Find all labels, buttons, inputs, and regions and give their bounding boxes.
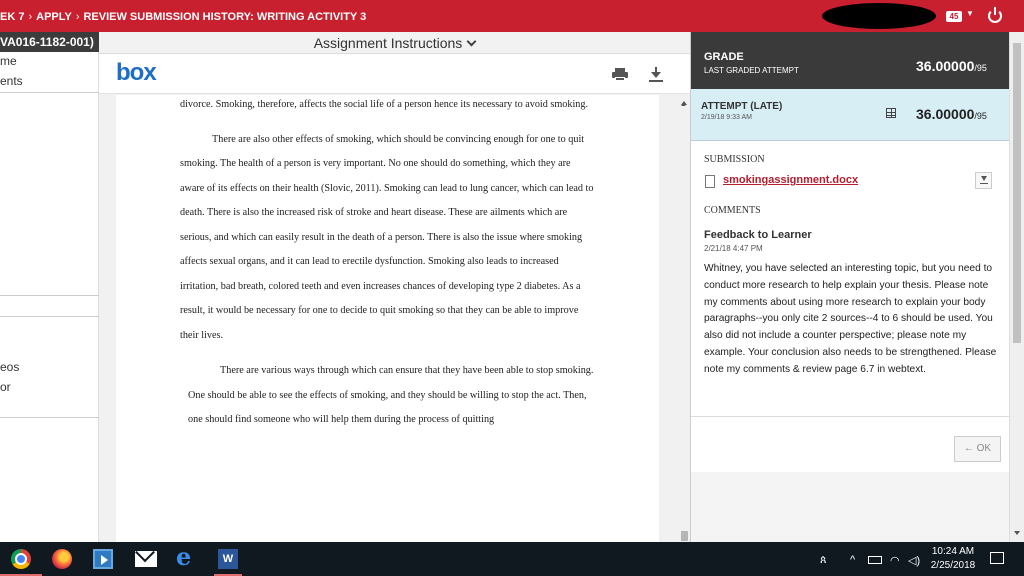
- document-page: divorce. Smoking, therefore, affects the…: [116, 95, 659, 542]
- viewer-scrollbar[interactable]: [679, 95, 690, 542]
- divider: [0, 417, 99, 418]
- sidebar-item-tutor[interactable]: or: [0, 380, 11, 394]
- grade-panel: GRADE LAST GRADED ATTEMPT 36.00000/95 AT…: [690, 32, 1010, 542]
- document-text: divorce. Smoking, therefore, affects the…: [180, 95, 594, 433]
- attempt-label: ATTEMPT (LATE): [701, 101, 783, 112]
- grade-label: GRADE: [704, 51, 744, 63]
- breadcrumb-separator: ›: [75, 11, 80, 23]
- sidebar-item-videos[interactable]: eos: [0, 360, 19, 374]
- grade-value: 36.00000/95: [916, 58, 987, 74]
- scroll-up-icon[interactable]: ▲: [680, 101, 687, 108]
- panel-footer: [691, 472, 1010, 542]
- clock-date: 2/25/2018: [930, 560, 976, 571]
- download-icon[interactable]: [975, 172, 992, 189]
- media-player-icon[interactable]: [93, 549, 113, 569]
- chevron-down-icon[interactable]: ▼: [966, 9, 974, 18]
- assignment-instructions-toggle[interactable]: Assignment Instructions: [99, 32, 690, 54]
- sidebar-item-announcements[interactable]: ents: [0, 74, 23, 88]
- viewer-toolbar: box: [99, 54, 690, 94]
- edge-icon[interactable]: e: [176, 545, 196, 569]
- clock[interactable]: 10:24 AM 2/25/2018: [928, 545, 978, 573]
- top-bar: EK 7 › APPLY › REVIEW SUBMISSION HISTORY: WR…: [0, 0, 1024, 32]
- feedback-title: Feedback to Learner: [704, 229, 812, 241]
- feedback-date: 2/21/18 4:47 PM: [704, 244, 763, 253]
- volume-icon[interactable]: ◁): [908, 554, 920, 567]
- page-scrollbar[interactable]: [1009, 32, 1024, 542]
- firefox-icon[interactable]: [52, 549, 72, 569]
- mail-icon[interactable]: [135, 551, 157, 567]
- battery-icon[interactable]: [868, 556, 882, 564]
- document-viewer: box divorce. Smoking, therefore, affects…: [99, 54, 690, 542]
- breadcrumb-week[interactable]: EK 7: [0, 11, 24, 23]
- ok-button[interactable]: ← OK: [954, 436, 1001, 462]
- breadcrumb-apply[interactable]: APPLY: [36, 11, 72, 23]
- assignment-instructions-label: Assignment Instructions: [313, 35, 463, 51]
- wifi-icon[interactable]: ◠: [890, 554, 900, 567]
- print-icon[interactable]: [612, 68, 628, 81]
- download-icon[interactable]: [649, 67, 663, 83]
- file-icon: [705, 175, 715, 188]
- clock-time: 10:24 AM: [931, 546, 975, 557]
- box-logo: box: [116, 59, 157, 86]
- paragraph: divorce. Smoking, therefore, affects the…: [180, 99, 589, 110]
- redacted-user-name: [822, 3, 936, 29]
- notification-badge[interactable]: 45: [946, 11, 962, 22]
- breadcrumb: EK 7 › APPLY › REVIEW SUBMISSION HISTORY: WR…: [0, 11, 366, 23]
- people-icon[interactable]: ጰ: [820, 554, 827, 567]
- divider: [691, 416, 1010, 417]
- paragraph: There are also other effects of smoking,…: [180, 133, 594, 341]
- attempt-row[interactable]: ATTEMPT (LATE) 2/19/18 9:33 AM 36.00000/…: [691, 89, 1010, 141]
- windows-taskbar: e W ጰ ^ ◠ ◁) 10:24 AM 2/25/2018: [0, 542, 1024, 576]
- feedback-body: Whitney, you have selected an interestin…: [704, 263, 997, 375]
- screen: EK 7 › APPLY › REVIEW SUBMISSION HISTORY: WR…: [0, 0, 1024, 576]
- rubric-icon[interactable]: [886, 108, 896, 118]
- action-center-icon[interactable]: [990, 552, 1004, 564]
- grade-summary: GRADE LAST GRADED ATTEMPT 36.00000/95: [691, 32, 1010, 89]
- divider: [0, 316, 99, 317]
- chevron-up-icon[interactable]: ^: [850, 554, 855, 566]
- comments-heading: COMMENTS: [704, 205, 761, 216]
- divider: [0, 295, 99, 296]
- breadcrumb-separator: ›: [28, 11, 33, 23]
- sidebar-item-home[interactable]: me: [0, 54, 17, 68]
- attempt-grade: 36.00000/95: [916, 106, 987, 122]
- breadcrumb-current: REVIEW SUBMISSION HISTORY: WRITING ACTIV…: [83, 11, 367, 23]
- word-icon[interactable]: W: [218, 549, 238, 569]
- chevron-down-icon: [466, 36, 477, 47]
- course-code: VA016-1182-001): [0, 32, 99, 52]
- paragraph: There are various ways through which can…: [188, 365, 594, 425]
- divider: [0, 92, 99, 93]
- submission-file-link[interactable]: smokingassignment.docx: [723, 174, 858, 186]
- chrome-icon[interactable]: [11, 549, 31, 569]
- course-sidebar: VA016-1182-001) me ents eos or: [0, 32, 99, 542]
- power-icon[interactable]: [988, 7, 1002, 23]
- attempt-date: 2/19/18 9:33 AM: [701, 114, 752, 121]
- submission-heading: SUBMISSION: [704, 154, 765, 165]
- grade-sublabel: LAST GRADED ATTEMPT: [704, 66, 799, 75]
